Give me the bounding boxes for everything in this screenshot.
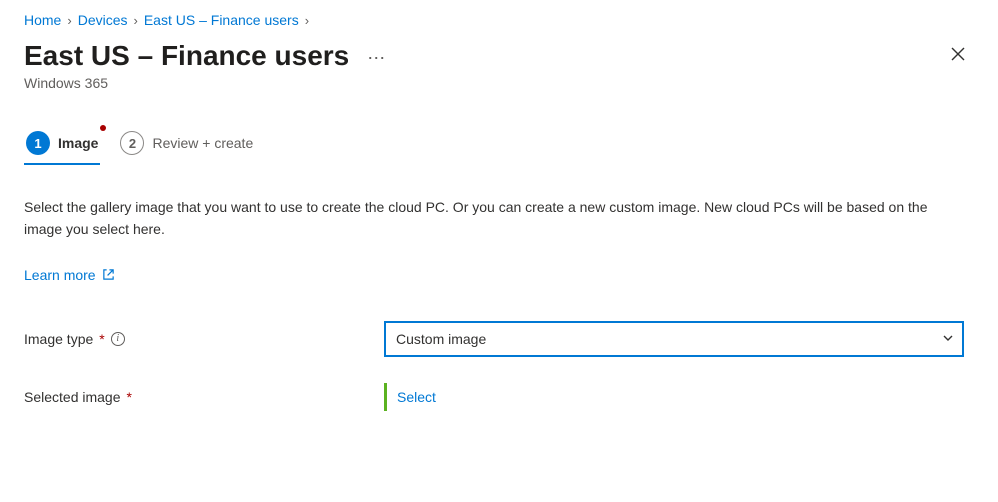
wizard-tabs: 1 Image 2 Review + create — [24, 125, 974, 166]
breadcrumb-current[interactable]: East US – Finance users — [144, 12, 299, 28]
breadcrumb-home[interactable]: Home — [24, 12, 61, 28]
more-actions-button[interactable]: ⋯ — [363, 44, 391, 73]
learn-more-link[interactable]: Learn more — [24, 267, 115, 283]
image-type-label: Image type * i — [24, 331, 384, 347]
tab-label: Review + create — [152, 135, 253, 151]
close-icon — [950, 46, 966, 62]
step-number-badge: 2 — [120, 131, 144, 155]
info-icon[interactable]: i — [111, 332, 125, 346]
chevron-right-icon: › — [305, 13, 309, 28]
label-text: Selected image — [24, 389, 121, 405]
tab-review-create[interactable]: 2 Review + create — [118, 125, 255, 165]
learn-more-label: Learn more — [24, 267, 96, 283]
validation-error-dot-icon — [100, 125, 106, 131]
dropdown-value: Custom image — [396, 331, 486, 347]
select-image-button[interactable]: Select — [384, 383, 436, 411]
chevron-right-icon: › — [67, 13, 71, 28]
chevron-right-icon: › — [134, 13, 138, 28]
step-number-badge: 1 — [26, 131, 50, 155]
breadcrumb-devices[interactable]: Devices — [78, 12, 128, 28]
external-link-icon — [102, 268, 115, 281]
breadcrumb: Home › Devices › East US – Finance users… — [24, 12, 974, 28]
page-subtitle: Windows 365 — [24, 75, 974, 91]
close-button[interactable] — [942, 38, 974, 70]
tab-image[interactable]: 1 Image — [24, 125, 100, 165]
label-text: Image type — [24, 331, 93, 347]
page-title: East US – Finance users — [24, 40, 349, 72]
required-marker: * — [127, 389, 132, 405]
image-type-dropdown[interactable]: Custom image — [384, 321, 964, 357]
tab-label: Image — [58, 135, 98, 151]
description-text: Select the gallery image that you want t… — [24, 196, 964, 241]
chevron-down-icon — [942, 331, 954, 347]
required-marker: * — [99, 331, 104, 347]
selected-image-label: Selected image * — [24, 389, 384, 405]
